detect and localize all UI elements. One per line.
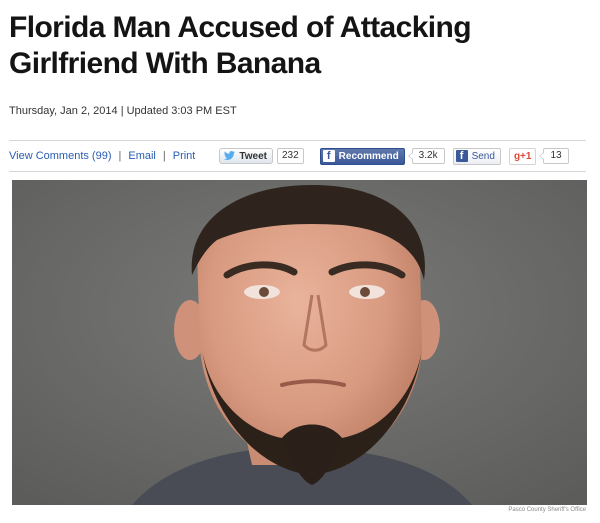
photo-credit: Pasco County Sheriff's Office <box>508 507 586 513</box>
tweet-button[interactable]: Tweet <box>219 148 273 164</box>
google-plus-count: 13 <box>539 148 569 164</box>
mugshot-photo <box>12 180 587 505</box>
twitter-bird-icon <box>224 151 236 160</box>
google-plus-button[interactable]: g+1 <box>508 147 537 165</box>
facebook-send-button[interactable]: f Send <box>452 147 501 165</box>
separator: | <box>162 150 166 162</box>
mugshot-illustration <box>12 180 587 505</box>
tweet-label: Tweet <box>239 150 267 162</box>
facebook-recommend-button[interactable]: f Recommend <box>319 147 405 165</box>
email-link[interactable]: Email <box>128 150 156 162</box>
recommend-count: 3.2k <box>407 148 445 164</box>
tweet-count: 232 <box>276 148 304 164</box>
view-comments-link[interactable]: View Comments (99) <box>9 150 112 162</box>
article-dateline: Thursday, Jan 2, 2014 | Updated 3:03 PM … <box>9 105 237 117</box>
send-label: Send <box>471 150 495 162</box>
separator: | <box>118 150 122 162</box>
recommend-label: Recommend <box>338 150 399 162</box>
article-toolbar: View Comments (99) | Email | Print Tweet… <box>9 146 586 166</box>
article-headline: Florida Man Accused of Attacking Girlfri… <box>9 11 472 80</box>
facebook-icon: f <box>322 150 335 162</box>
divider <box>9 171 586 172</box>
divider <box>9 140 586 141</box>
print-link[interactable]: Print <box>173 150 196 162</box>
facebook-icon: f <box>455 150 468 162</box>
